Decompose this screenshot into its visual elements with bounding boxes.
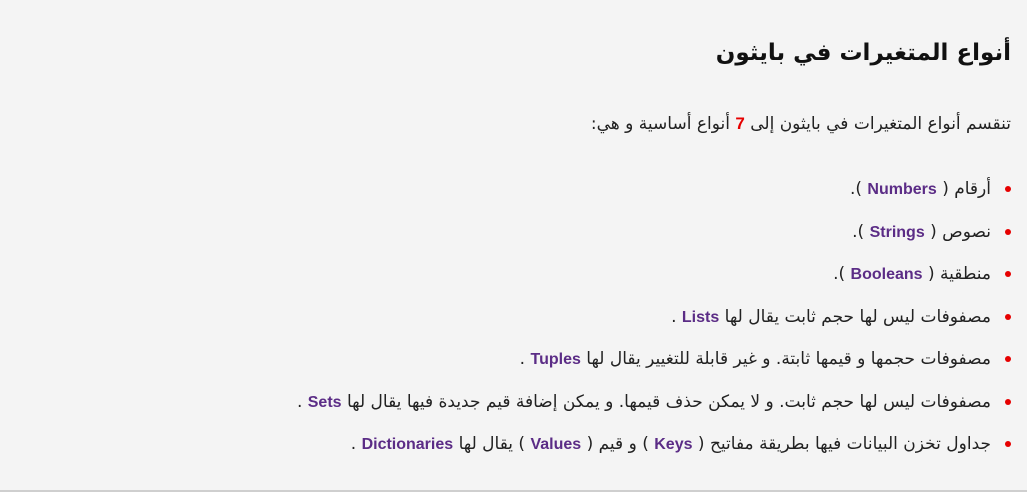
item-text: أرقام ( Numbers ). — [850, 179, 991, 199]
item-text-middle: ) و قيم ( — [586, 434, 649, 455]
list-item: مصفوفات ليس لها حجم ثابت يقال لها Lists … — [297, 296, 1011, 339]
term-dictionaries: Dictionaries — [361, 436, 454, 454]
bullet-icon — [1005, 271, 1011, 278]
term-lists: Lists — [681, 308, 720, 326]
list-item: مصفوفات حجمها و قيمها ثابتة. و غير قابلة… — [297, 338, 1011, 381]
item-text-before: أرقام ( — [942, 179, 991, 200]
bullet-icon — [1005, 186, 1011, 193]
item-text-middle: ). — [833, 264, 846, 285]
term-numbers: Numbers — [867, 181, 937, 199]
item-text-before: جداول تخزن البيانات فيها بطريقة مفاتيح ( — [697, 434, 991, 455]
item-text-middle: ). — [849, 179, 863, 200]
item-text-after: ) يقال لها — [458, 434, 526, 455]
item-text-middle: . — [671, 306, 677, 327]
item-text-middle: ). — [852, 221, 865, 242]
item-text-before: مصفوفات ليس لها حجم ثابت. و لا يمكن حذف … — [346, 391, 991, 412]
term-sets: Sets — [307, 393, 342, 411]
types-count: 7 — [735, 114, 745, 133]
list-item: أرقام ( Numbers ). — [297, 168, 1011, 211]
bullet-icon — [1005, 356, 1011, 363]
item-text-before: منطقية ( — [927, 264, 991, 285]
list-item: منطقية ( Booleans ). — [297, 253, 1011, 296]
item-text-end: . — [350, 434, 357, 455]
bullet-icon — [1005, 398, 1011, 405]
list-item: نصوص ( Strings ). — [297, 211, 1011, 254]
variable-types-list: أرقام ( Numbers ). نصوص ( Strings ). منط… — [297, 168, 1011, 466]
item-text: مصفوفات حجمها و قيمها ثابتة. و غير قابلة… — [520, 349, 991, 369]
intro-text-before: تنقسم أنواع المتغيرات في بايثون إلى — [750, 114, 1011, 134]
item-text: مصفوفات ليس لها حجم ثابت. و لا يمكن حذف … — [297, 392, 991, 412]
section-title: أنواع المتغيرات في بايثون — [715, 40, 1011, 66]
bullet-icon — [1005, 441, 1011, 448]
term-tuples: Tuples — [530, 351, 581, 369]
list-item: مصفوفات ليس لها حجم ثابت. و لا يمكن حذف … — [297, 381, 1011, 424]
term-keys: Keys — [654, 436, 693, 454]
item-text: نصوص ( Strings ). — [852, 222, 991, 242]
term-values: Values — [530, 436, 582, 454]
item-text: جداول تخزن البيانات فيها بطريقة مفاتيح (… — [351, 434, 991, 454]
item-text-before: مصفوفات حجمها و قيمها ثابتة. و غير قابلة… — [586, 349, 991, 370]
intro-text-after: أنواع أساسية و هي: — [590, 114, 730, 134]
item-text-middle: . — [296, 391, 303, 412]
bullet-icon — [1005, 228, 1011, 235]
item-text-before: نصوص ( — [930, 221, 991, 242]
bullet-icon — [1005, 313, 1011, 320]
term-strings: Strings — [869, 223, 925, 241]
item-text: منطقية ( Booleans ). — [833, 264, 991, 284]
item-text: مصفوفات ليس لها حجم ثابت يقال لها Lists … — [671, 307, 991, 327]
article-section: أنواع المتغيرات في بايثون تنقسم أنواع ال… — [0, 0, 1027, 492]
list-item: جداول تخزن البيانات فيها بطريقة مفاتيح (… — [297, 423, 1011, 466]
term-booleans: Booleans — [850, 266, 923, 284]
intro-paragraph: تنقسم أنواع المتغيرات في بايثون إلى 7 أن… — [591, 114, 1011, 134]
item-text-before: مصفوفات ليس لها حجم ثابت يقال لها — [724, 306, 991, 327]
item-text-middle: . — [519, 349, 526, 370]
